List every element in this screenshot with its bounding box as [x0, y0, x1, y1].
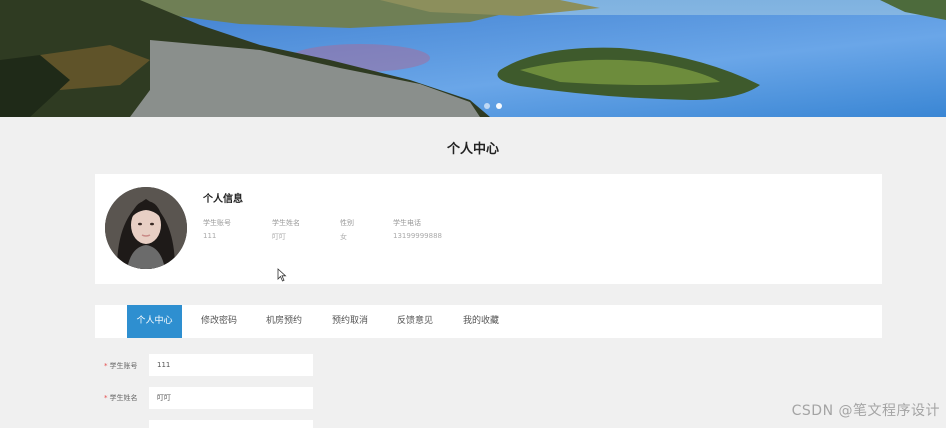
carousel-dot-active[interactable]	[496, 103, 502, 109]
avatar-photo	[105, 187, 187, 269]
hero-banner	[0, 0, 946, 117]
carousel-dots	[484, 103, 502, 109]
mouse-cursor-icon	[277, 268, 287, 282]
info-student-account: 学生账号 111	[203, 218, 231, 240]
info-value: 13199999888	[393, 232, 442, 240]
info-student-name: 学生姓名 叮叮	[272, 218, 300, 242]
tab-booking-cancel[interactable]: 预约取消	[324, 305, 376, 338]
info-value: 女	[340, 233, 347, 241]
tab-change-password[interactable]: 修改密码	[193, 305, 245, 338]
info-label: 学生电话	[393, 219, 421, 227]
tab-feedback[interactable]: 反馈意见	[389, 305, 441, 338]
tab-personal-center[interactable]: 个人中心	[127, 305, 182, 338]
avatar	[105, 187, 187, 269]
tab-room-booking[interactable]: 机房预约	[258, 305, 310, 338]
info-gender: 性别 女	[340, 218, 354, 242]
watermark: CSDN @笔文程序设计	[791, 403, 940, 419]
info-label: 学生账号	[203, 219, 231, 227]
carousel-dot[interactable]	[484, 103, 490, 109]
profile-heading: 个人信息	[203, 194, 243, 205]
profile-card: 个人信息 学生账号 111 学生姓名 叮叮 性别 女 学生电话 13199999…	[95, 174, 882, 284]
info-phone: 学生电话 13199999888	[393, 218, 442, 240]
info-label: 学生姓名	[272, 219, 300, 227]
form-label-name: * 学生姓名	[104, 393, 138, 403]
field-label: 学生姓名	[109, 394, 138, 402]
required-mark: *	[104, 394, 108, 402]
info-label: 性别	[340, 219, 354, 227]
tab-favorites[interactable]: 我的收藏	[455, 305, 507, 338]
next-form-input[interactable]	[149, 420, 313, 428]
lake-landscape-image	[0, 0, 946, 117]
field-label: 学生账号	[109, 362, 138, 370]
required-mark: *	[104, 362, 108, 370]
student-account-input[interactable]	[149, 354, 313, 376]
student-name-input[interactable]	[149, 387, 313, 409]
info-value: 叮叮	[272, 233, 286, 241]
tab-bar: 个人中心 修改密码 机房预约 预约取消 反馈意见 我的收藏	[95, 305, 882, 338]
page-title: 个人中心	[446, 142, 499, 157]
info-value: 111	[203, 232, 217, 240]
form-label-account: * 学生账号	[104, 361, 138, 371]
